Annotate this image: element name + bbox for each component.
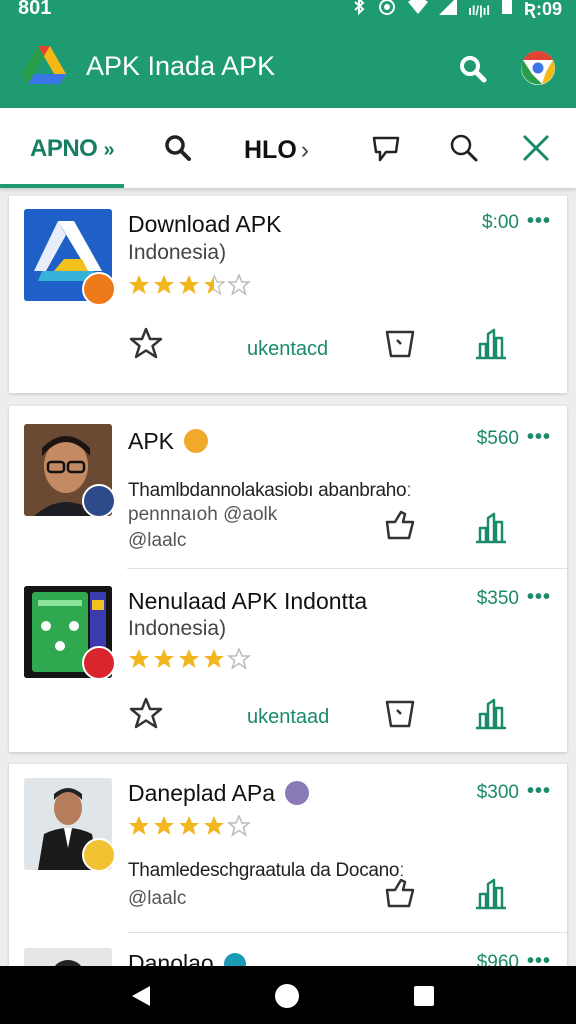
tab-bar: APNO » HLO › xyxy=(0,108,576,188)
more-icon[interactable]: ••• xyxy=(527,210,551,233)
tab-active-indicator xyxy=(0,184,124,188)
app-price: $300 xyxy=(476,782,519,803)
tab-bookmark-icon[interactable] xyxy=(370,132,402,164)
app-name-badge-icon xyxy=(285,781,310,805)
app-name: Nenulaad APK Indontta xyxy=(128,588,368,614)
app-action-link[interactable]: ukentacd xyxy=(247,338,328,361)
app-bar: APK Inada APK xyxy=(0,26,576,108)
app-name: Daneplad APa xyxy=(128,780,310,807)
app-card[interactable]: APK $560 ••• Thamlbdannolakasiobı abanbr… xyxy=(9,406,567,752)
more-icon[interactable]: ••• xyxy=(527,586,551,609)
thumb-icon[interactable] xyxy=(383,508,417,547)
thumb-icon[interactable] xyxy=(383,876,417,915)
app-title: APK Inada APK xyxy=(86,51,276,81)
rating-stars xyxy=(128,273,258,296)
tab-hlo[interactable]: HLO › xyxy=(244,136,309,165)
home-icon[interactable] xyxy=(274,983,300,1014)
chrome-icon[interactable] xyxy=(518,48,558,88)
network-text: ıl/|ıl xyxy=(468,3,490,18)
rating-stars xyxy=(128,814,258,837)
app-handle: @laalc xyxy=(128,888,187,909)
app-handle: @laalc xyxy=(128,530,187,551)
tab-apno-label: APNO » xyxy=(30,135,115,162)
status-time-right: Ʀ:09 xyxy=(523,0,562,19)
app-subtitle: Indonesia) xyxy=(128,241,227,264)
bluetooth-icon xyxy=(352,0,366,20)
back-icon[interactable] xyxy=(128,984,152,1013)
signal-icon xyxy=(439,0,458,20)
status-time-left: 801 xyxy=(18,0,52,19)
app-name-badge-icon xyxy=(184,429,209,453)
row-divider xyxy=(127,568,567,569)
more-icon[interactable]: ••• xyxy=(527,780,551,803)
wifi-icon xyxy=(408,0,429,20)
status-icons: ıl/|ıl Ʀ:09 xyxy=(352,0,562,20)
tab-magnifier-icon[interactable] xyxy=(448,132,480,164)
app-logo-icon xyxy=(20,42,68,90)
hotspot-icon xyxy=(377,0,397,20)
favorite-star-icon[interactable] xyxy=(128,696,164,735)
chart-icon[interactable] xyxy=(472,874,510,917)
app-description-secondary: pennnaıoh @aolk xyxy=(128,504,278,525)
app-card[interactable]: Download APK Indonesia) $:00 ••• ukentac… xyxy=(9,196,567,393)
chart-icon[interactable] xyxy=(472,324,510,367)
chart-icon[interactable] xyxy=(472,508,510,551)
app-name: Download APK xyxy=(128,211,282,237)
search-icon[interactable] xyxy=(456,52,490,86)
close-icon[interactable] xyxy=(520,132,552,164)
app-subtitle: Indonesia) xyxy=(128,617,227,640)
recents-icon[interactable] xyxy=(412,984,436,1013)
app-badge-icon xyxy=(82,646,116,680)
app-price: $350 xyxy=(476,588,519,609)
tab-search-icon[interactable] xyxy=(162,132,194,164)
status-bar: 801 ıl/|ıl Ʀ:09 xyxy=(0,0,576,26)
app-card[interactable]: Daneplad APa $300 ••• Thamledeschgraatul… xyxy=(9,764,567,976)
app-price: $560 xyxy=(476,428,519,449)
app-action-link[interactable]: ukentaad xyxy=(247,706,329,729)
chart-icon[interactable] xyxy=(472,694,510,737)
more-icon[interactable]: ••• xyxy=(527,426,551,449)
rating-stars xyxy=(128,647,258,670)
row-divider xyxy=(127,932,567,933)
app-description: Thamledeschgraatula da Docanoː xyxy=(128,860,405,881)
app-badge-icon xyxy=(82,838,116,872)
app-price: $:00 xyxy=(482,212,519,233)
app-name: APK xyxy=(128,428,209,455)
battery-icon xyxy=(501,0,513,20)
tab-apno[interactable]: APNO » xyxy=(0,108,124,188)
app-badge-icon xyxy=(82,484,116,518)
trash-icon[interactable] xyxy=(383,696,417,735)
trash-icon[interactable] xyxy=(383,326,417,365)
app-description: Thamlbdannolakasiobı abanbrahoː xyxy=(128,480,412,501)
navigation-bar xyxy=(0,966,576,1024)
favorite-star-icon[interactable] xyxy=(128,326,164,365)
app-badge-icon xyxy=(82,272,116,306)
